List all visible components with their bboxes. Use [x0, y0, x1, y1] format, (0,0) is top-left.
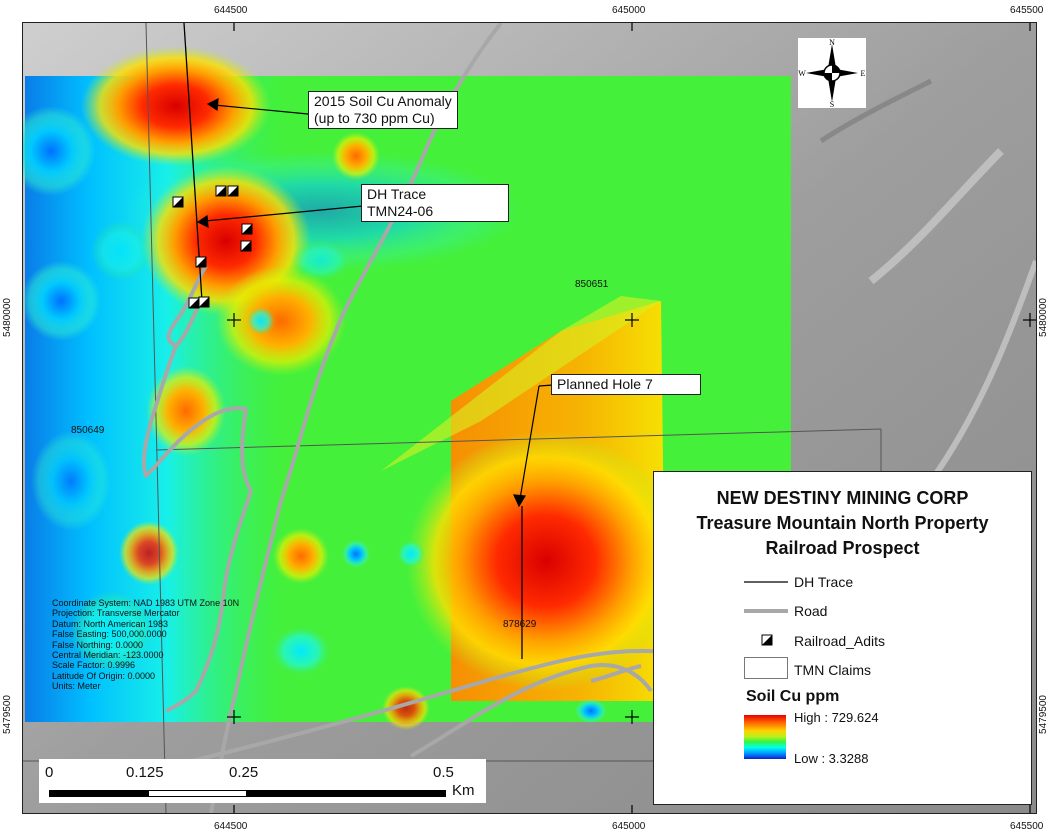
- legend-dh-trace-symbol: [744, 581, 788, 583]
- planned-hole-callout: Planned Hole 7: [551, 374, 701, 395]
- claim-label-850649: 850649: [71, 425, 105, 436]
- scale-label-0125: 0.125: [126, 764, 164, 781]
- top-coord-645500: 645500: [1010, 5, 1044, 16]
- dh-trace-callout: DH Trace TMN24-06: [361, 184, 509, 222]
- right-coord-5479500: 5479500: [1037, 695, 1049, 734]
- legend-low-label: Low : 3.3288: [794, 751, 869, 766]
- claim-label-850651: 850651: [575, 279, 609, 290]
- legend-adits-label: Railroad_Adits: [794, 633, 886, 649]
- coord-info-line: Latitude Of Origin: 0.0000: [52, 670, 156, 681]
- legend-dh-trace-label: DH Trace: [794, 574, 854, 590]
- coord-info-line: Coordinate System: NAD 1983 UTM Zone 10N: [52, 598, 240, 608]
- legend-panel: NEW DESTINY MINING CORP Treasure Mountai…: [653, 471, 1032, 805]
- legend-road-symbol: [744, 609, 788, 613]
- dh-callout-line1: DH Trace: [367, 186, 427, 202]
- east-label: E: [861, 69, 866, 78]
- left-coord-5480000: 5480000: [1, 298, 13, 337]
- planned-hole-label: Planned Hole 7: [557, 376, 653, 392]
- north-arrow-icon: N S E W: [798, 38, 866, 108]
- bottom-coord-645500: 645500: [1010, 821, 1044, 832]
- coord-info-line: False Northing: 0.0000: [52, 639, 144, 650]
- legend-high-label: High : 729.624: [794, 710, 879, 725]
- scale-bar-segment: [49, 790, 148, 797]
- south-label: S: [830, 100, 834, 108]
- top-coord-644500: 644500: [214, 5, 248, 16]
- legend-adit-icon: [761, 634, 773, 646]
- scale-label-025: 0.25: [229, 764, 259, 781]
- map-page: 2015 Soil Cu Anomaly (up to 730 ppm Cu) …: [0, 0, 1062, 839]
- legend-road-label: Road: [794, 603, 828, 619]
- coord-info-line: Datum: North American 1983: [52, 618, 169, 629]
- claim-label-878629: 878629: [503, 619, 537, 630]
- scale-bar-segment: [247, 790, 446, 797]
- legend-property-title: Treasure Mountain North Property: [696, 513, 989, 533]
- anomaly-callout-line1: 2015 Soil Cu Anomaly: [314, 93, 452, 109]
- coord-info-line: Scale Factor: 0.9996: [52, 660, 136, 671]
- coord-info-line: Projection: Transverse Mercator: [52, 608, 180, 619]
- scale-label-0: 0: [45, 764, 54, 781]
- west-label: W: [798, 69, 806, 78]
- coordinate-system-info: Coordinate System: NAD 1983 UTM Zone 10N…: [52, 598, 239, 692]
- dh-callout-line2: TMN24-06: [367, 203, 434, 219]
- right-coord-5480000: 5480000: [1037, 298, 1049, 337]
- coord-info-line: Central Meridian: -123.0000: [52, 650, 164, 661]
- scale-bar: 0 0.125 0.25 0.5 Km: [39, 759, 486, 803]
- coord-info-line: False Easting: 500,000.0000: [52, 629, 167, 640]
- soil-cu-color-ramp: [744, 715, 786, 759]
- bottom-coord-645000: 645000: [612, 821, 646, 832]
- scale-bar-segment: [148, 790, 247, 797]
- scale-label-05: 0.5: [433, 764, 454, 781]
- legend-claims-label: TMN Claims: [794, 662, 871, 678]
- legend-claims-symbol: [744, 657, 788, 679]
- coord-info-line: Units: Meter: [52, 681, 101, 692]
- north-label: N: [829, 38, 835, 47]
- anomaly-callout: 2015 Soil Cu Anomaly (up to 730 ppm Cu): [308, 91, 458, 129]
- scale-unit: Km: [452, 782, 475, 799]
- anomaly-callout-line2: (up to 730 ppm Cu): [314, 110, 435, 126]
- bottom-coord-644500: 644500: [214, 821, 248, 832]
- legend-company-title: NEW DESTINY MINING CORP: [716, 488, 969, 508]
- legend-prospect-title: Railroad Prospect: [765, 538, 920, 558]
- left-coord-5479500: 5479500: [1, 695, 13, 734]
- top-coord-645000: 645000: [612, 5, 646, 16]
- legend-ramp-title: Soil Cu ppm: [746, 688, 840, 705]
